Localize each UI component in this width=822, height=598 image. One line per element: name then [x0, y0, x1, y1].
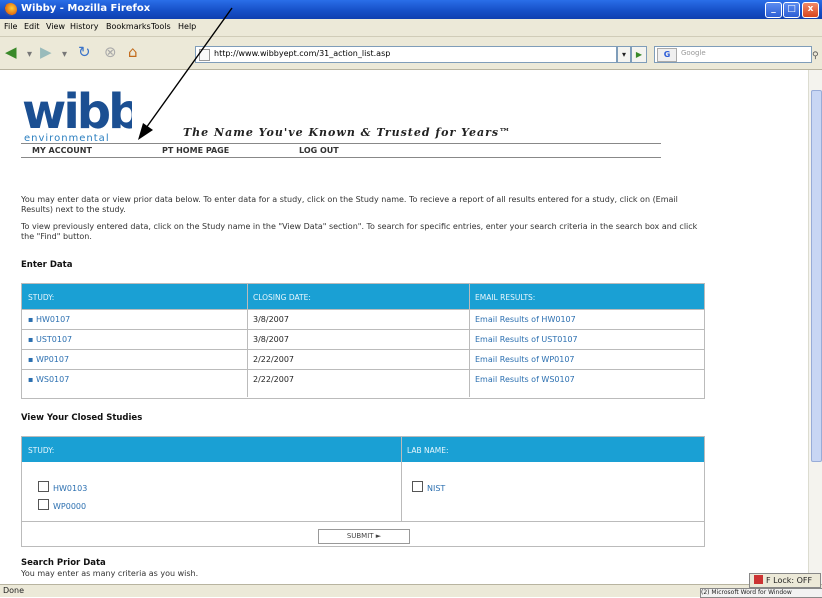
col-closing: CLOSING DATE:	[253, 293, 311, 302]
checkbox[interactable]	[412, 481, 423, 492]
search-engine-icon[interactable]: G	[657, 48, 677, 62]
f-lock-text: F Lock: OFF	[766, 576, 813, 585]
study-link[interactable]: ▪ UST0107	[28, 335, 72, 344]
title-bar: Wibby - Mozilla Firefox _ □ x	[0, 0, 822, 19]
lab-option[interactable]: NIST	[412, 481, 445, 493]
column-divider	[247, 284, 248, 397]
search-go-icon[interactable]: ⚲	[812, 48, 819, 64]
menu-tools[interactable]: Tools	[151, 22, 171, 31]
url-dropdown-icon[interactable]: ▾	[617, 46, 631, 63]
search-instructions: You may enter as many criteria as you wi…	[21, 569, 199, 578]
stop-icon[interactable]: ⊗	[104, 44, 117, 60]
menu-view[interactable]: View	[46, 22, 65, 31]
closing-date: 3/8/2007	[253, 315, 289, 324]
firefox-icon	[4, 3, 17, 16]
checkbox[interactable]	[38, 499, 49, 510]
closing-date: 3/8/2007	[253, 335, 289, 344]
menu-edit[interactable]: Edit	[24, 22, 40, 31]
url-field[interactable]: http://www.wibbyept.com/31_action_list.a…	[195, 46, 617, 63]
study-link[interactable]: ▪ HW0107	[28, 315, 70, 324]
menu-bookmarks[interactable]: Bookmarks	[106, 22, 151, 31]
intro-paragraph-2: To view previously entered data, click o…	[21, 222, 698, 241]
email-results-link[interactable]: Email Results of UST0107	[475, 335, 578, 344]
status-text: Done	[3, 586, 25, 595]
col-lab-name: LAB NAME:	[407, 446, 449, 455]
email-results-link[interactable]: Email Results of HW0107	[475, 315, 576, 324]
closed-study-option[interactable]: WP0000	[38, 499, 86, 511]
intro-paragraph-1: You may enter data or view prior data be…	[21, 195, 678, 214]
search-prior-data-heading: Search Prior Data	[21, 558, 106, 568]
minimize-button[interactable]: _	[765, 2, 782, 18]
tagline: The Name You've Known & Trusted for Year…	[183, 126, 512, 139]
home-icon[interactable]: ⌂	[128, 44, 138, 60]
nav-toolbar: ◀ ▾ ▶ ▾ ↻ ⊗ ⌂ http://www.wibbyept.com/31…	[0, 37, 822, 70]
study-link[interactable]: ▪ WP0107	[28, 355, 69, 364]
go-icon[interactable]: ▶	[631, 46, 647, 63]
closed-study-link[interactable]: WP0000	[53, 502, 86, 511]
closed-studies-table: STUDY: LAB NAME: HW0103 WP0000 NIST SUBM…	[21, 436, 705, 547]
close-button[interactable]: x	[802, 2, 819, 18]
email-results-link[interactable]: Email Results of WS0107	[475, 375, 575, 384]
back-icon[interactable]: ◀	[5, 44, 17, 60]
logo-word: wibby	[22, 84, 132, 140]
f-lock-indicator: F Lock: OFF	[749, 573, 821, 588]
col-study: STUDY:	[28, 446, 55, 455]
closed-studies-heading: View Your Closed Studies	[21, 413, 143, 423]
closing-date: 2/22/2007	[253, 375, 295, 384]
table-header: STUDY: CLOSING DATE: EMAIL RESULTS:	[22, 284, 704, 309]
nav-divider	[21, 157, 661, 158]
keyboard-icon	[754, 575, 763, 584]
submit-button[interactable]: SUBMIT ►	[318, 529, 410, 544]
vertical-scrollbar[interactable]	[808, 70, 822, 584]
row-divider	[22, 521, 704, 522]
column-divider	[469, 284, 470, 397]
reload-icon[interactable]: ↻	[78, 44, 91, 60]
forward-dropdown-icon[interactable]: ▾	[62, 47, 67, 63]
email-results-link[interactable]: Email Results of WP0107	[475, 355, 575, 364]
scrollbar-thumb[interactable]	[811, 90, 822, 462]
log-out-link[interactable]: LOG OUT	[299, 146, 339, 155]
table-row: ▪ UST0107 3/8/2007 Email Results of UST0…	[22, 329, 704, 349]
wibby-logo: wibby environmental	[22, 84, 174, 146]
menu-file[interactable]: File	[4, 22, 17, 31]
table-row: ▪ WP0107 2/22/2007 Email Results of WP01…	[22, 349, 704, 369]
menu-bar: File Edit View History Bookmarks Tools H…	[0, 19, 822, 37]
table-row: ▪ HW0107 3/8/2007 Email Results of HW010…	[22, 309, 704, 329]
window-title: Wibby - Mozilla Firefox	[21, 3, 151, 14]
menu-help[interactable]: Help	[178, 22, 196, 31]
closed-study-option[interactable]: HW0103	[38, 481, 87, 493]
search-placeholder: Google	[681, 49, 706, 57]
checkbox[interactable]	[38, 481, 49, 492]
search-field[interactable]: G Google	[654, 46, 812, 63]
maximize-button[interactable]: □	[783, 2, 800, 18]
table-header: STUDY: LAB NAME:	[22, 437, 704, 462]
page-icon	[199, 49, 210, 61]
closing-date: 2/22/2007	[253, 355, 295, 364]
my-account-link[interactable]: MY ACCOUNT	[32, 146, 92, 155]
header-divider	[21, 143, 661, 144]
lab-link[interactable]: NIST	[427, 484, 445, 493]
study-link[interactable]: ▪ WS0107	[28, 375, 69, 384]
closed-study-link[interactable]: HW0103	[53, 484, 87, 493]
status-bar: Done	[0, 584, 822, 597]
pt-home-page-link[interactable]: PT HOME PAGE	[162, 146, 229, 155]
menu-history[interactable]: History	[70, 22, 98, 31]
table-row: ▪ WS0107 2/22/2007 Email Results of WS01…	[22, 369, 704, 389]
taskbar-item[interactable]: (2) Microsoft Word for Window	[700, 588, 822, 598]
enter-data-table: STUDY: CLOSING DATE: EMAIL RESULTS: ▪ HW…	[21, 283, 705, 399]
forward-icon[interactable]: ▶	[40, 44, 52, 60]
back-dropdown-icon[interactable]: ▾	[27, 47, 32, 63]
col-email: EMAIL RESULTS:	[475, 293, 536, 302]
column-divider	[401, 437, 402, 521]
enter-data-heading: Enter Data	[21, 260, 73, 270]
col-study: STUDY:	[28, 293, 55, 302]
url-text: http://www.wibbyept.com/31_action_list.a…	[214, 49, 391, 58]
